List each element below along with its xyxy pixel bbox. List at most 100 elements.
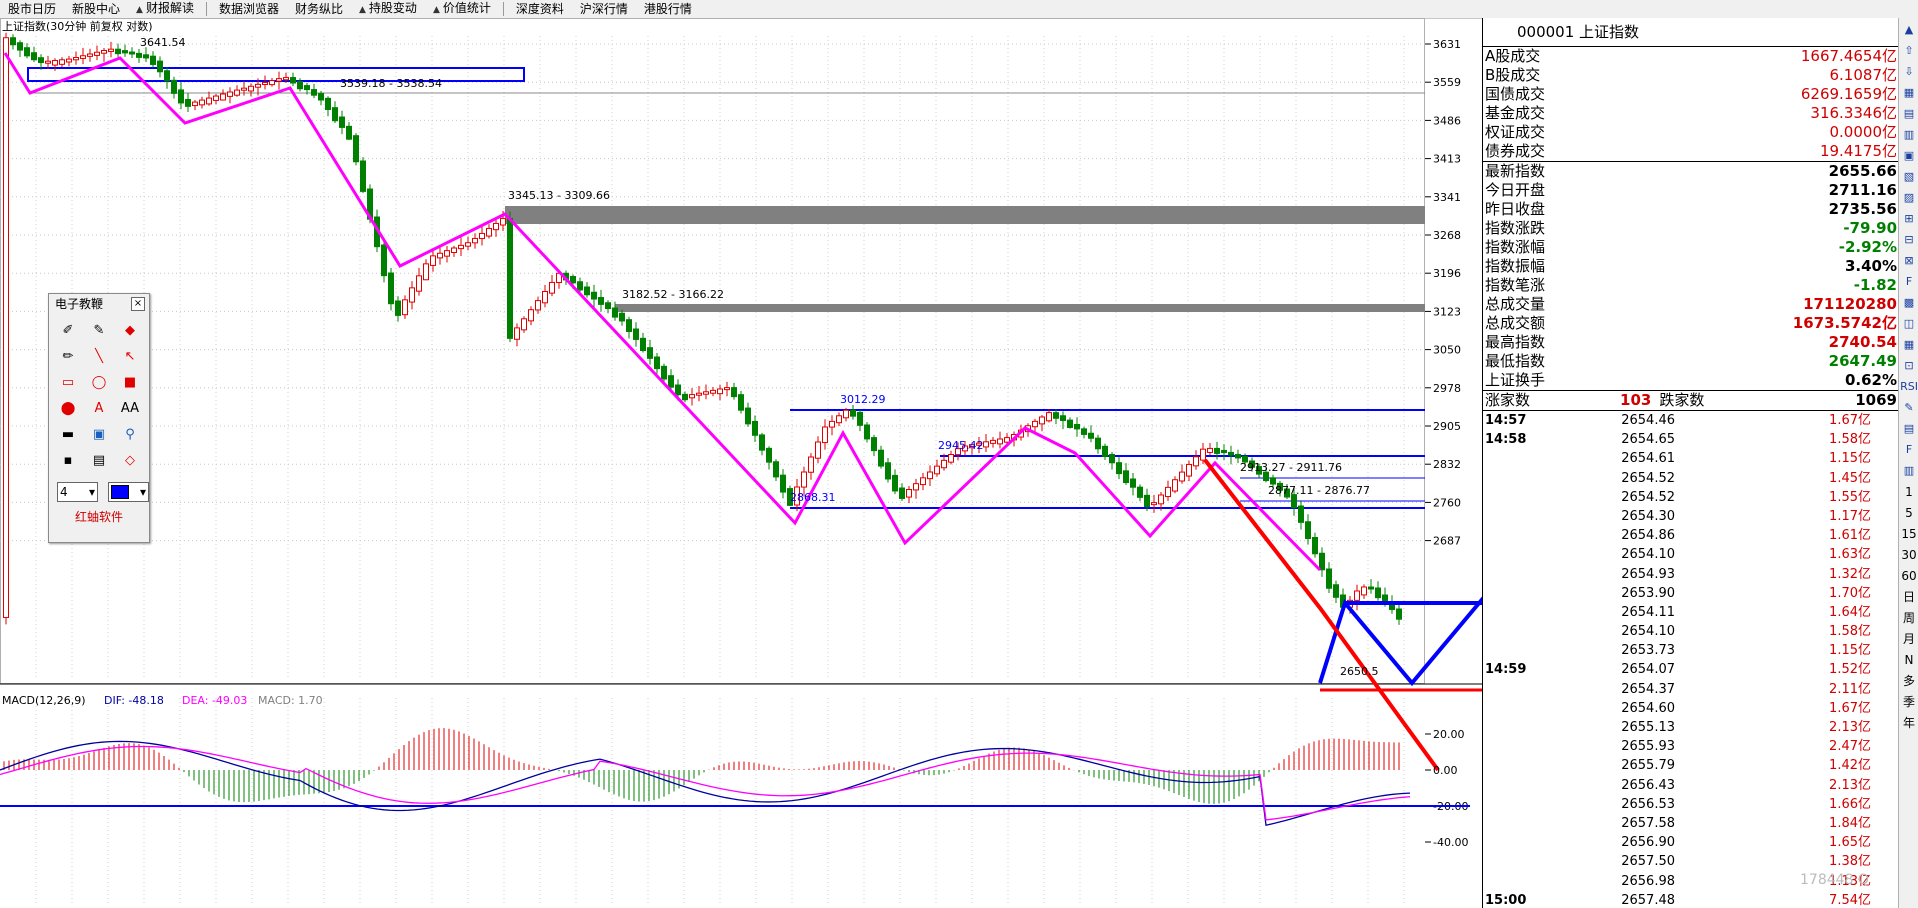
candle-body [479, 232, 485, 240]
side-toolbar-button[interactable]: ▥ [1900, 462, 1918, 480]
candle-body [318, 93, 324, 101]
font-size-icon[interactable]: AA [117, 396, 143, 420]
black-bar-icon[interactable]: ▬ [55, 422, 81, 446]
side-toolbar-button[interactable]: 年 [1900, 714, 1918, 732]
drawing-toolbox[interactable]: 电子教鞭 × ✐ ✎ ◆ ✏ ╲ ↖ ▭ ◯ ■ ⬤ A AA ▬ ▣ ⚲ ▪ ▤ ◇ 4 ▾ ▾ 红蚰软件 [48, 293, 150, 543]
side-toolbar-button[interactable]: ⊟ [1900, 231, 1918, 249]
menu-item[interactable]: 股市日历 [0, 0, 64, 18]
ellipse-icon[interactable]: ◯ [86, 370, 112, 394]
side-toolbar-button[interactable]: ▤ [1900, 105, 1918, 123]
tick-time: 14:59 [1485, 662, 1527, 678]
arrow-icon[interactable]: ↖ [117, 344, 143, 368]
quote-label: 最新指数 [1485, 162, 1546, 180]
quote-label: 总成交量 [1485, 295, 1546, 313]
side-toolbar-button[interactable]: ⇧ [1900, 42, 1918, 60]
candle-body [234, 89, 240, 96]
menu-item[interactable]: 数据浏览器 [211, 0, 287, 18]
candlestick-chart[interactable]: 上证指数(30分钟 前复权 对数) 3631 3559 3486 3413 3341 326… [0, 18, 1482, 908]
candle-body [871, 437, 877, 452]
save-icon[interactable]: ▪ [55, 448, 81, 472]
line-width-select[interactable]: 4 ▾ [57, 482, 98, 502]
candle-body [1053, 412, 1059, 419]
menu-item[interactable]: ▲ 价值统计 [425, 0, 499, 19]
tick-time: 14:57 [1485, 413, 1527, 428]
candle-body [171, 79, 177, 94]
candle-body [514, 327, 520, 340]
menu-item[interactable]: 沪深行情 [572, 0, 636, 18]
side-toolbar-button[interactable]: 1 [1900, 483, 1918, 501]
side-toolbar-button[interactable]: ⊞ [1900, 210, 1918, 228]
side-toolbar-button[interactable]: 15 [1900, 525, 1918, 543]
side-toolbar-button[interactable]: RSI [1900, 378, 1918, 396]
side-toolbar-button[interactable]: ▦ [1900, 336, 1918, 354]
candle-body [59, 59, 65, 65]
side-toolbar-button[interactable]: ✎ [1900, 399, 1918, 417]
candle-body [710, 389, 716, 394]
candle-body [577, 281, 583, 291]
filled-rectangle-icon[interactable]: ■ [117, 370, 143, 394]
side-toolbar-button[interactable]: ⊡ [1900, 357, 1918, 375]
side-toolbar-button[interactable]: ▲ [1900, 21, 1918, 39]
tick-volume: 1.52亿 [1829, 662, 1871, 678]
pen-icon[interactable]: ✎ [86, 318, 112, 342]
tick-row: 2653.73 1.15亿 [1483, 641, 1899, 660]
side-toolbar-button[interactable]: 日 [1900, 588, 1918, 606]
pencil-icon[interactable]: ✏ [55, 344, 81, 368]
price-axis-label: 3631 [1433, 38, 1461, 51]
diamond-icon[interactable]: ◇ [117, 448, 143, 472]
menu-item[interactable]: 新股中心 [64, 0, 128, 18]
screen-icon[interactable]: ▣ [86, 422, 112, 446]
menu-item[interactable]: 财务纵比 [287, 0, 351, 18]
filled-ellipse-icon[interactable]: ⬤ [55, 396, 81, 420]
side-toolbar-button[interactable]: ▧ [1900, 168, 1918, 186]
open-folder-icon[interactable]: ▤ [86, 448, 112, 472]
side-toolbar-button[interactable]: ▨ [1900, 189, 1918, 207]
side-toolbar-button[interactable]: ▤ [1900, 420, 1918, 438]
candle-body [1067, 419, 1073, 428]
price-axis-label: 3123 [1433, 305, 1461, 318]
side-toolbar-button[interactable]: ▦ [1900, 84, 1918, 102]
side-toolbar-button[interactable]: F [1900, 273, 1918, 291]
quote-value: -1.82 [1853, 276, 1897, 294]
side-toolbar-button[interactable]: 月 [1900, 630, 1918, 648]
menu-item-label: 股市日历 [8, 2, 57, 16]
side-toolbar-button[interactable]: F [1900, 441, 1918, 459]
rectangle-icon[interactable]: ▭ [55, 370, 81, 394]
macd-dif: DIF: -48.18 [104, 694, 164, 707]
tick-list[interactable]: 14:57 2654.46 1.67亿 14:58 2654.65 1.58亿 2654.6… [1483, 411, 1899, 908]
candle-body [815, 441, 821, 459]
close-icon[interactable]: × [131, 297, 145, 311]
side-toolbar-button[interactable]: 周 [1900, 609, 1918, 627]
side-toolbar-button[interactable]: ⊠ [1900, 252, 1918, 270]
side-toolbar-button[interactable]: ▥ [1900, 126, 1918, 144]
quote-label: 最低指数 [1485, 352, 1546, 370]
candle-body [199, 99, 205, 106]
side-toolbar-button[interactable]: 多 [1900, 672, 1918, 690]
candle-body [52, 60, 58, 66]
side-toolbar-button[interactable]: 季 [1900, 693, 1918, 711]
candle-body [38, 57, 44, 64]
candle-body [73, 57, 79, 61]
menu-item[interactable]: 深度资料 [508, 0, 572, 18]
side-toolbar-button[interactable]: 60 [1900, 567, 1918, 585]
menu-item[interactable]: ▲ 持股变动 [351, 0, 425, 19]
side-toolbar-button[interactable]: 5 [1900, 504, 1918, 522]
side-toolbar-button[interactable]: ◫ [1900, 315, 1918, 333]
magnifier-icon[interactable]: ⚲ [117, 422, 143, 446]
side-toolbar-button[interactable]: N [1900, 651, 1918, 669]
tick-time [1483, 469, 1565, 488]
paint-bucket-icon[interactable]: ◆ [117, 318, 143, 342]
side-toolbar-button[interactable]: ⇩ [1900, 63, 1918, 81]
tick-time: 15:00 [1485, 892, 1527, 908]
line-icon[interactable]: ╲ [86, 344, 112, 368]
tick-price: 2654.37 [1621, 681, 1675, 697]
side-toolbar-button[interactable]: ▩ [1900, 294, 1918, 312]
eraser-icon[interactable]: ✐ [55, 318, 81, 342]
menu-item[interactable]: 港股行情 [636, 0, 700, 18]
color-select[interactable]: ▾ [108, 482, 149, 502]
menu-item[interactable]: ▲ 财报解读 [128, 0, 202, 19]
side-toolbar-button[interactable]: ▣ [1900, 147, 1918, 165]
text-icon[interactable]: A [86, 396, 112, 420]
side-toolbar-button[interactable]: 30 [1900, 546, 1918, 564]
tick-time [1483, 603, 1565, 622]
